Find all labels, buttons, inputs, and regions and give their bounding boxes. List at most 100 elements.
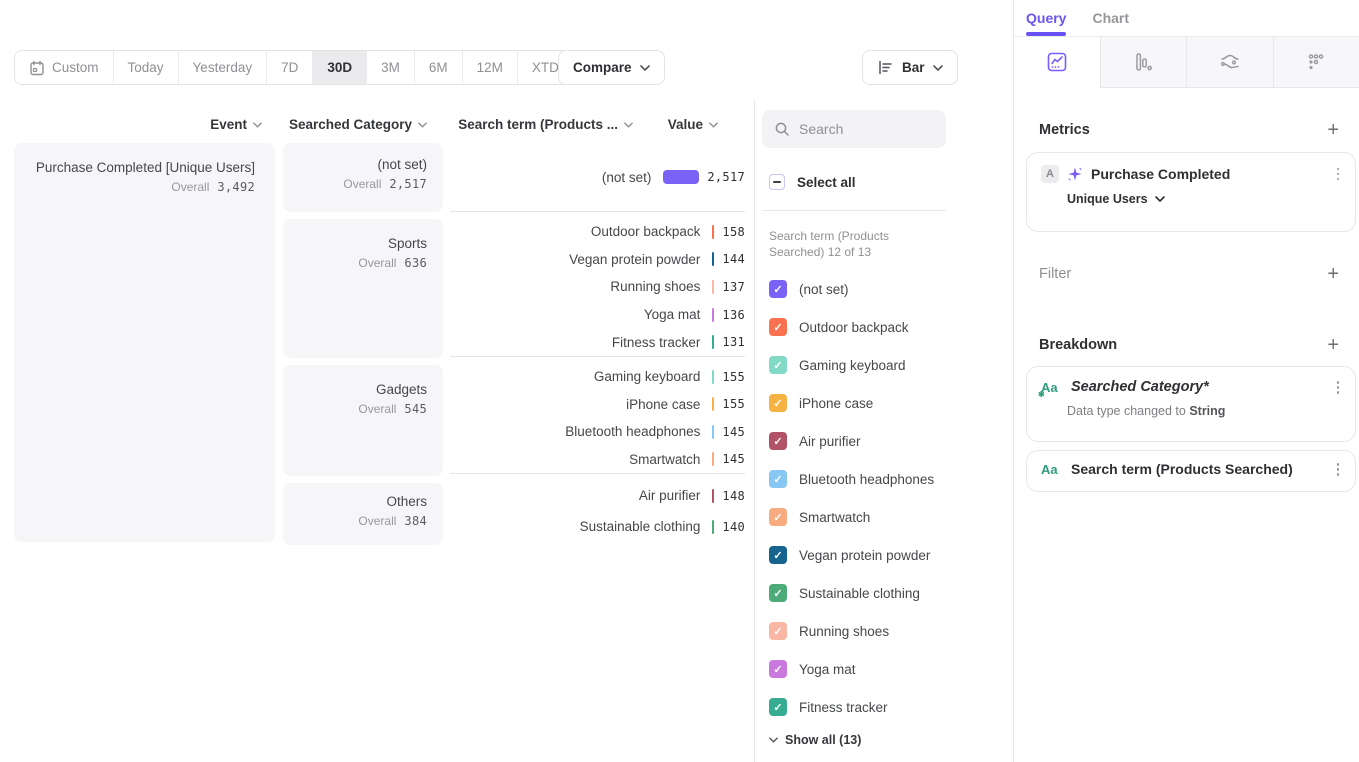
report-type-tabs	[1014, 36, 1359, 88]
legend-item[interactable]: ✓Yoga mat	[769, 650, 946, 688]
string-property-icon: Aa	[1041, 462, 1063, 477]
legend-item[interactable]: ✓ Vegan protein powder	[769, 536, 946, 574]
range-today[interactable]: Today	[114, 51, 179, 84]
series-checkbox[interactable]: ✓	[769, 584, 787, 602]
breakdown-menu-button[interactable]	[1335, 379, 1342, 396]
tab-flows[interactable]	[1186, 37, 1273, 88]
range-label: XTD	[532, 60, 559, 75]
breakdown-heading-row: Breakdown +	[1039, 335, 1339, 355]
series-checkbox[interactable]: ✓	[769, 356, 787, 374]
metric-menu-button[interactable]	[1335, 166, 1342, 183]
show-all-label: Show all (13)	[785, 733, 861, 747]
tab-retention[interactable]	[1273, 37, 1359, 88]
series-checkbox[interactable]: ✓	[769, 508, 787, 526]
legend-item[interactable]: ✓Running shoes	[769, 612, 946, 650]
breakdown-card-search-term[interactable]: Aa Search term (Products Searched)	[1026, 450, 1356, 492]
select-all-checkbox[interactable]	[769, 174, 785, 190]
category-cell[interactable]: (not set)Overall2,517	[283, 143, 443, 212]
legend-item[interactable]: ✓Gaming keyboard	[769, 346, 946, 384]
select-all-toggle[interactable]: Select all	[769, 174, 856, 190]
metric-card[interactable]: A Purchase Completed Unique Users	[1026, 152, 1356, 232]
series-label: Vegan protein powder	[799, 548, 930, 563]
table-row[interactable]: Outdoor backpack158	[450, 218, 745, 246]
add-breakdown-button[interactable]: +	[1327, 335, 1339, 355]
table-row[interactable]: Yoga mat136	[450, 301, 745, 329]
overall-label: Overall	[343, 177, 381, 191]
term-label: Running shoes	[450, 279, 700, 294]
legend-item[interactable]: ✓Air purifier	[769, 422, 946, 460]
breakdown-card-searched-category[interactable]: Aa✱ Searched Category* Data type changed…	[1026, 366, 1356, 442]
table-row[interactable]: Bluetooth headphones145	[450, 418, 745, 446]
column-header-event[interactable]: Event	[14, 117, 262, 132]
series-checkbox[interactable]: ✓	[769, 546, 787, 564]
value-bar	[663, 170, 699, 184]
legend-item[interactable]: ✓Smartwatch	[769, 498, 946, 536]
table-row[interactable]: Running shoes 137	[450, 273, 745, 301]
series-checkbox[interactable]: ✓	[769, 622, 787, 640]
table-row[interactable]: Gaming keyboard155	[450, 363, 745, 391]
metrics-heading-row: Metrics +	[1039, 120, 1339, 140]
series-checkbox[interactable]: ✓	[769, 280, 787, 298]
series-checkbox[interactable]: ✓	[769, 698, 787, 716]
legend-item[interactable]: ✓Outdoor backpack	[769, 308, 946, 346]
string-property-icon: Aa✱	[1041, 380, 1063, 395]
table-row[interactable]: Smartwatch145	[450, 446, 745, 474]
legend-item[interactable]: ✓Fitness tracker	[769, 688, 946, 726]
tab-funnels[interactable]	[1100, 37, 1187, 88]
insights-icon	[1045, 50, 1069, 74]
table-row[interactable]: Fitness tracker131	[450, 328, 745, 356]
column-header-value[interactable]: Value	[650, 117, 718, 132]
series-checkbox[interactable]: ✓	[769, 660, 787, 678]
retention-icon	[1304, 50, 1328, 74]
show-all-toggle[interactable]: Show all (13)	[769, 733, 861, 747]
range-yesterday[interactable]: Yesterday	[179, 51, 268, 84]
term-label: Sustainable clothing	[450, 519, 700, 534]
series-checkbox[interactable]: ✓	[769, 432, 787, 450]
series-checkbox[interactable]: ✓	[769, 470, 787, 488]
compare-label: Compare	[573, 60, 632, 75]
column-header-search-term[interactable]: Search term (Products ...	[450, 117, 633, 132]
range-6m[interactable]: 6M	[415, 51, 463, 84]
series-checkbox[interactable]: ✓	[769, 394, 787, 412]
table-row[interactable]: Air purifier148	[450, 482, 745, 510]
sidebar-tabs: Query Chart	[1014, 0, 1359, 36]
flows-icon	[1218, 50, 1242, 74]
compare-button[interactable]: Compare	[558, 50, 665, 85]
tab-query[interactable]: Query	[1026, 0, 1066, 36]
legend-item[interactable]: ✓(not set)	[769, 270, 946, 308]
filter-heading-row: Filter +	[1039, 264, 1339, 284]
table-row[interactable]: Vegan protein powder144	[450, 246, 745, 274]
legend-search-box[interactable]	[762, 110, 946, 148]
category-name: Sports	[299, 236, 427, 251]
legend-item[interactable]: ✓ Sustainable clothing	[769, 574, 946, 612]
term-label: Smartwatch	[450, 452, 700, 467]
series-label: Sustainable clothing	[799, 586, 920, 601]
category-cell[interactable]: GadgetsOverall545	[283, 365, 443, 476]
legend-search-input[interactable]	[799, 121, 919, 137]
tab-insights[interactable]	[1014, 37, 1100, 88]
category-cell[interactable]: OthersOverall384	[283, 483, 443, 545]
legend-item[interactable]: ✓Bluetooth headphones	[769, 460, 946, 498]
category-cell[interactable]: SportsOverall636	[283, 219, 443, 358]
legend-item[interactable]: ✓iPhone case	[769, 384, 946, 422]
table-row[interactable]: iPhone case155	[450, 391, 745, 419]
range-30d[interactable]: 30D	[313, 51, 367, 84]
tab-chart[interactable]: Chart	[1092, 0, 1129, 36]
metrics-heading: Metrics	[1039, 122, 1090, 138]
series-checkbox[interactable]: ✓	[769, 318, 787, 336]
range-7d[interactable]: 7D	[267, 51, 313, 84]
breakdown-menu-button[interactable]	[1335, 461, 1342, 478]
table-row[interactable]: Sustainable clothing140	[450, 513, 745, 541]
add-filter-button[interactable]: +	[1327, 264, 1339, 284]
range-custom[interactable]: Custom	[15, 51, 114, 84]
column-header-searched-category[interactable]: Searched Category	[283, 117, 427, 132]
measure-selector[interactable]: Unique Users	[1067, 192, 1341, 206]
range-3m[interactable]: 3M	[367, 51, 415, 84]
overall-label: Overall	[358, 402, 396, 416]
add-metric-button[interactable]: +	[1327, 120, 1339, 140]
table-row[interactable]: (not set)2,517	[450, 163, 745, 191]
term-value: 137	[722, 280, 745, 294]
range-12m[interactable]: 12M	[463, 51, 518, 84]
event-cell[interactable]: Purchase Completed [Unique Users] Overal…	[14, 143, 275, 542]
funnels-icon	[1131, 50, 1155, 74]
